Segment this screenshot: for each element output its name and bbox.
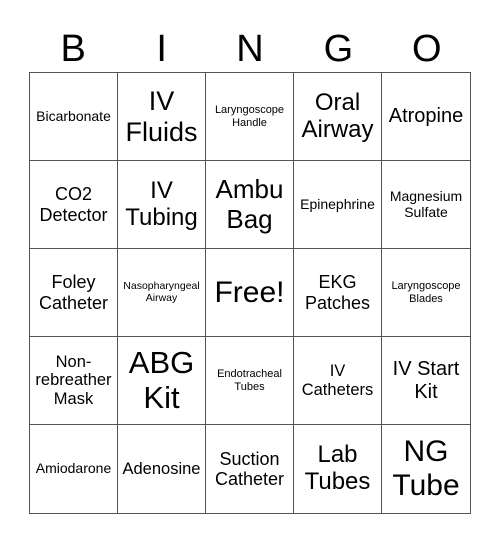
cell-label: Laryngoscope Blades (391, 280, 461, 305)
cell-label: Suction Catheter (214, 448, 285, 489)
header-letter-i: I (156, 28, 167, 70)
bingo-cell[interactable]: Laryngoscope Blades (382, 249, 470, 337)
bingo-cell[interactable]: ABG Kit (118, 337, 206, 425)
bingo-cell[interactable]: Ambu Bag (206, 161, 294, 249)
cell-label: Laryngoscope Handle (214, 104, 285, 129)
cell-label: Atropine (388, 105, 464, 128)
cell-label: Nasopharyngeal Airway (123, 279, 200, 304)
bingo-cell[interactable]: IV Tubing (118, 161, 206, 249)
cell-label: IV Start Kit (392, 358, 460, 403)
cell-label: Ambu Bag (215, 174, 284, 234)
bingo-cell[interactable]: Suction Catheter (206, 425, 294, 513)
bingo-cell[interactable]: CO2 Detector (30, 161, 118, 249)
header-letter-o: O (412, 28, 442, 70)
bingo-grid: Bicarbonate IV Fluids Laryngoscope Handl… (29, 72, 471, 514)
cell-label: IV Tubing (125, 176, 198, 231)
cell-label: Amiodarone (35, 460, 112, 477)
free-space[interactable]: Free! (206, 249, 294, 337)
cell-label: Lab Tubes (304, 441, 371, 495)
bingo-cell[interactable]: IV Start Kit (382, 337, 470, 425)
cell-label: Magnesium Sulfate (389, 187, 463, 220)
cell-label: Adenosine (122, 459, 201, 478)
bingo-cell[interactable]: Oral Airway (294, 73, 382, 161)
bingo-cell[interactable]: Laryngoscope Handle (206, 73, 294, 161)
cell-label: CO2 Detector (39, 184, 108, 225)
cell-label: Foley Catheter (38, 272, 109, 313)
bingo-cell[interactable]: NG Tube (382, 425, 470, 513)
cell-label: Non-rebreather Mask (35, 352, 112, 408)
bingo-cell[interactable]: Atropine (382, 73, 470, 161)
bingo-cell[interactable]: Bicarbonate (30, 73, 118, 161)
bingo-cell[interactable]: EKG Patches (294, 249, 382, 337)
header-letter-g: G (323, 28, 354, 70)
cell-label: EKG Patches (304, 272, 371, 313)
cell-label: Oral Airway (301, 88, 374, 143)
cell-label: Bicarbonate (36, 107, 111, 124)
bingo-cell[interactable]: Magnesium Sulfate (382, 161, 470, 249)
bingo-cell[interactable]: Lab Tubes (294, 425, 382, 513)
bingo-cell[interactable]: Adenosine (118, 425, 206, 513)
header-letter-n: N (236, 28, 264, 70)
cell-label: Epinephrine (300, 195, 375, 212)
cell-label: ABG Kit (128, 344, 195, 415)
cell-label: Endotracheal Tubes (217, 368, 282, 393)
cell-label: Free! (214, 275, 285, 309)
bingo-cell[interactable]: Epinephrine (294, 161, 382, 249)
bingo-header: B I N G O (29, 26, 471, 72)
bingo-cell[interactable]: Amiodarone (30, 425, 118, 513)
bingo-cell[interactable]: Foley Catheter (30, 249, 118, 337)
bingo-cell[interactable]: Non-rebreather Mask (30, 337, 118, 425)
header-letter-b: B (60, 28, 86, 70)
cell-label: IV Fluids (125, 86, 198, 147)
bingo-cell[interactable]: IV Fluids (118, 73, 206, 161)
cell-label: IV Catheters (301, 362, 374, 399)
bingo-cell[interactable]: IV Catheters (294, 337, 382, 425)
bingo-cell[interactable]: Endotracheal Tubes (206, 337, 294, 425)
cell-label: NG Tube (392, 435, 460, 502)
bingo-cell[interactable]: Nasopharyngeal Airway (118, 249, 206, 337)
